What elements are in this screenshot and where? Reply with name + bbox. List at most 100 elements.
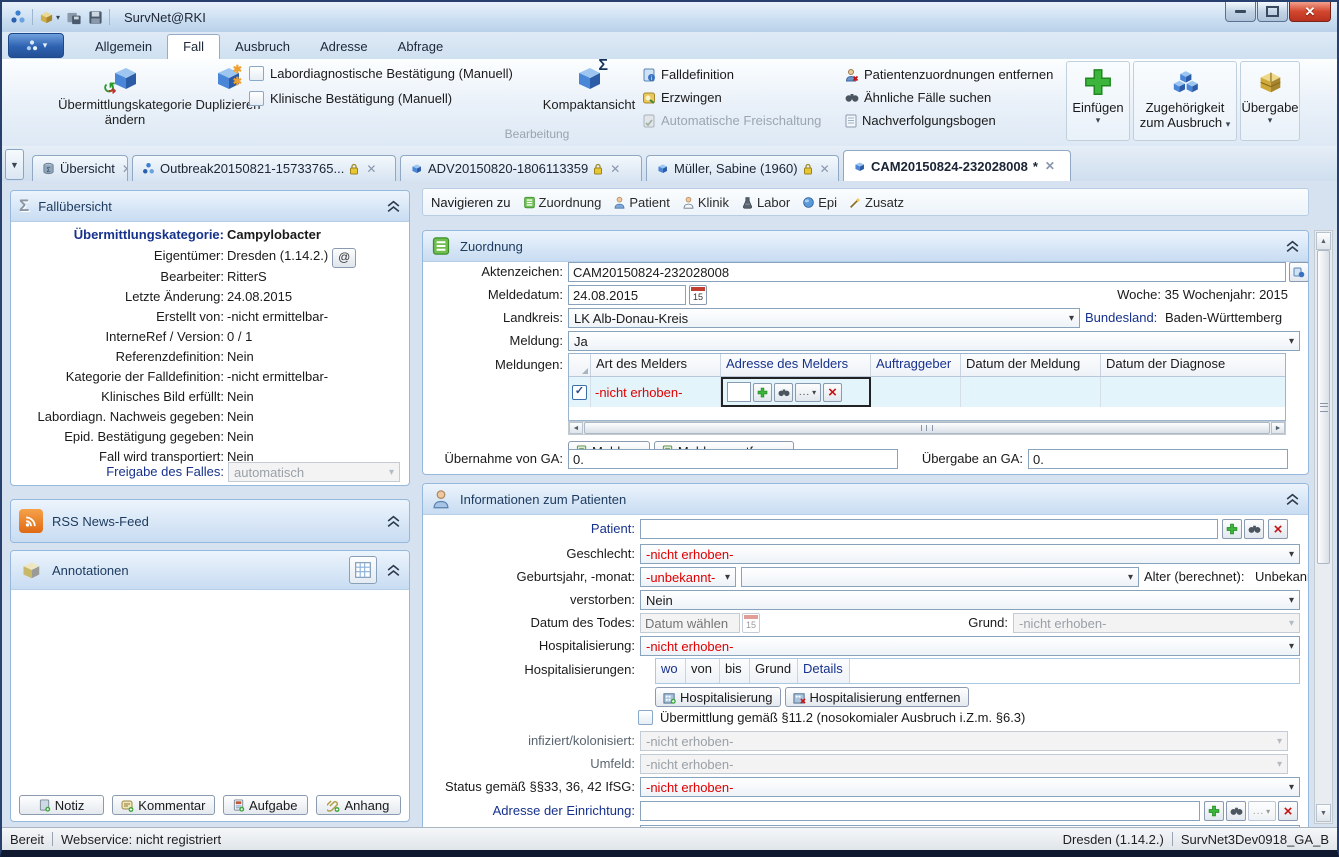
navlink-labor[interactable]: Labor (741, 195, 790, 210)
rss-header[interactable]: RSS News-Feed (11, 500, 409, 543)
col-adresse-des-melders[interactable]: Adresse des Melders (721, 354, 871, 376)
hscroll-thumb[interactable] (584, 422, 1270, 434)
save-as-button[interactable] (66, 10, 82, 25)
col-art-des-melders[interactable]: Art des Melders (591, 354, 721, 376)
scroll-left-arrow[interactable]: ◄ (569, 422, 583, 434)
compact-view-button[interactable]: Σ Kompaktansicht (535, 62, 643, 112)
vscroll-thumb[interactable] (1317, 250, 1330, 564)
minimize-button[interactable] (1225, 2, 1256, 22)
tab-allgemein[interactable]: Allgemein (80, 35, 167, 59)
row-checkbox[interactable] (572, 385, 587, 400)
einrichtung-input[interactable] (640, 801, 1200, 821)
fallubersicht-header[interactable]: Σ Fallübersicht (11, 191, 409, 222)
uebergabe-input[interactable] (1028, 449, 1288, 469)
address-more-button[interactable]: ... (795, 383, 821, 402)
annotations-header[interactable]: Annotationen (11, 551, 409, 590)
search-address-button[interactable] (774, 383, 793, 402)
checkbox-box[interactable] (638, 710, 653, 725)
checkbox-box[interactable] (249, 91, 264, 106)
collapse-icon[interactable] (386, 200, 401, 213)
geburtsjahr-dropdown[interactable]: -unbekannt- (640, 567, 736, 587)
aufgabe-button[interactable]: Aufgabe (223, 795, 308, 815)
tab-list-dropdown-button[interactable]: ▼ (5, 149, 24, 180)
tab-adresse[interactable]: Adresse (305, 35, 383, 59)
collapse-icon[interactable] (386, 515, 401, 528)
verstorben-dropdown[interactable]: Nein (640, 590, 1300, 610)
col-von[interactable]: von (686, 659, 720, 683)
change-category-button[interactable]: ↺ ➜ Übermittlungskategorie ändern (54, 62, 196, 127)
row-select-cell[interactable] (569, 377, 591, 407)
patient-input[interactable] (640, 519, 1218, 539)
save-button[interactable] (88, 10, 103, 25)
meldung-row[interactable]: -nicht erhoben- ... × (569, 377, 1285, 407)
col-grund[interactable]: Grund (750, 659, 798, 683)
erzwingen-button[interactable]: Erzwingen (642, 90, 722, 105)
adresse-des-melders-cell[interactable]: ... × (721, 377, 871, 407)
remove-hospitalisierung-button[interactable]: Hospitalisierung entfernen (785, 687, 969, 707)
col-wo[interactable]: wo (656, 659, 686, 683)
col-datum-der-meldung[interactable]: Datum der Meldung (961, 354, 1101, 376)
navlink-epi[interactable]: Epi (802, 195, 837, 210)
scroll-right-arrow[interactable]: ► (1271, 422, 1285, 434)
tab-abfrage[interactable]: Abfrage (383, 35, 459, 59)
hospitalisierung-dropdown[interactable]: -nicht erhoben- (640, 636, 1300, 656)
add-hospitalisierung-button[interactable]: Hospitalisierung (655, 687, 781, 707)
art-des-melders-cell[interactable]: -nicht erhoben- (591, 377, 721, 407)
navlink-zusatz[interactable]: Zusatz (849, 195, 904, 210)
falldefinition-button[interactable]: i Falldefinition (642, 67, 734, 82)
col-auftraggeber[interactable]: Auftraggeber (871, 354, 961, 376)
grid-view-button[interactable] (349, 556, 377, 584)
close-tab-icon[interactable]: ✕ (610, 162, 620, 176)
checkbox-box[interactable] (249, 66, 264, 81)
checkbox-lab-confirmation[interactable]: Labordiagnostische Bestätigung (Manuell) (249, 66, 513, 81)
kommentar-button[interactable]: Kommentar (112, 795, 214, 815)
datum-diagnose-cell[interactable] (1101, 377, 1285, 407)
new-case-button[interactable]: ▾ (39, 10, 60, 25)
geburtsmonat-dropdown[interactable] (741, 567, 1139, 587)
search-einrichtung-button[interactable] (1226, 801, 1246, 821)
scroll-up-arrow[interactable]: ▲ (1316, 232, 1331, 250)
address-value-box[interactable] (727, 382, 751, 402)
close-tab-icon[interactable]: ✕ (820, 162, 830, 176)
checkbox-nosokomial[interactable]: Übermittlung gemäß §11.2 (nosokomialer A… (638, 710, 1025, 725)
main-vscrollbar[interactable]: ▲ ▼ (1314, 230, 1333, 824)
close-tab-icon[interactable]: ✕ (1045, 159, 1055, 173)
meldedatum-input[interactable] (568, 285, 686, 305)
doc-tab-cam-active[interactable]: CAM20150824-232028008 * ✕ (843, 150, 1071, 181)
close-tab-icon[interactable]: ✕ (366, 162, 376, 176)
patient-header[interactable]: Informationen zum Patienten (423, 484, 1308, 515)
doc-tab-mueller[interactable]: Müller, Sabine (1960) ✕ (646, 155, 839, 181)
doc-tab-adv[interactable]: ADV20150820-1806113359 ✕ (400, 155, 642, 181)
nachverfolgungsbogen-button[interactable]: Nachverfolgungsbogen (845, 113, 996, 128)
meldung-dropdown[interactable]: Ja (568, 331, 1300, 351)
checkbox-clinical-confirmation[interactable]: Klinische Bestätigung (Manuell) (249, 91, 452, 106)
aktenzeichen-input[interactable] (568, 262, 1286, 282)
add-patient-button[interactable] (1222, 519, 1242, 539)
scroll-down-arrow[interactable]: ▼ (1316, 804, 1331, 822)
meldungen-hscrollbar[interactable]: ◄ ► (568, 421, 1286, 435)
remove-patient-assignments-button[interactable]: Patientenzuordnungen entfernen (845, 67, 1053, 82)
notiz-button[interactable]: Notiz (19, 795, 104, 815)
status-ifsg-dropdown[interactable]: -nicht erhoben- (640, 777, 1300, 797)
clear-patient-button[interactable]: × (1268, 519, 1288, 539)
anhang-button[interactable]: Anhang (316, 795, 401, 815)
search-patient-button[interactable] (1244, 519, 1264, 539)
handover-button[interactable]: Übergabe ▾ (1240, 61, 1300, 141)
maximize-button[interactable] (1257, 2, 1288, 22)
close-button[interactable]: ✕ (1289, 2, 1331, 22)
uebernahme-input[interactable] (568, 449, 898, 469)
geschlecht-dropdown[interactable]: -nicht erhoben- (640, 544, 1300, 564)
tab-ausbruch[interactable]: Ausbruch (220, 35, 305, 59)
clear-einrichtung-button[interactable]: × (1278, 801, 1298, 821)
add-address-button[interactable] (753, 383, 772, 402)
application-menu-button[interactable]: ▾ (8, 33, 64, 58)
zuordnung-header[interactable]: Zuordnung (423, 231, 1308, 262)
navlink-klinik[interactable]: Klinik (682, 195, 729, 210)
doc-tab-uebersicht[interactable]: Σ Übersicht ✕ (32, 155, 128, 181)
aktenzeichen-tool-button[interactable] (1289, 262, 1309, 282)
col-bis[interactable]: bis (720, 659, 750, 683)
search-similar-cases-button[interactable]: Ähnliche Fälle suchen (845, 90, 991, 105)
auftraggeber-cell[interactable] (871, 377, 961, 407)
insert-button[interactable]: Einfügen ▾ (1066, 61, 1130, 141)
collapse-icon[interactable] (386, 564, 401, 577)
